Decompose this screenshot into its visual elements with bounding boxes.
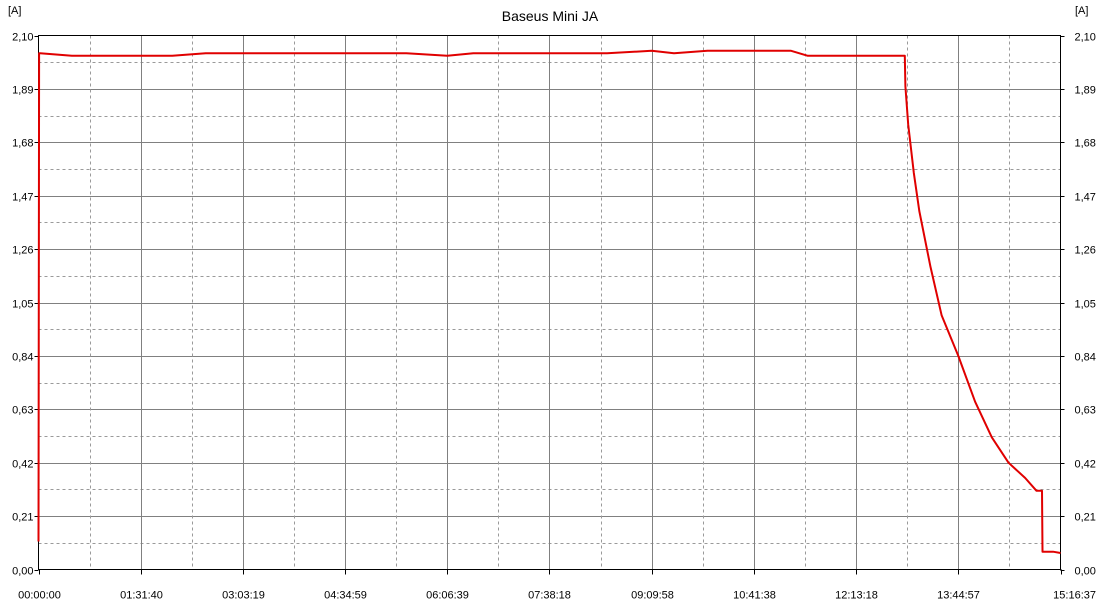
y-tick-label-left: 1,26 (12, 245, 33, 257)
y-tick-label-right: 1,26 (1075, 245, 1096, 257)
y-tick-label-right: 1,05 (1075, 299, 1096, 311)
y-tick-label-right: 0,42 (1075, 459, 1096, 471)
y-tick-label-right: 1,47 (1075, 192, 1096, 204)
y-tick-label-right: 1,68 (1075, 138, 1096, 150)
x-tick-label: 12:13:18 (835, 590, 878, 602)
y-tick-label-right: 0,00 (1075, 566, 1096, 578)
y-tick-label-left: 1,05 (12, 299, 33, 311)
x-tick-label: 03:03:19 (222, 590, 265, 602)
chart: Baseus Mini JA [A] [A] 0,000,210,420,630… (8, 5, 1096, 602)
y-tick-label-right: 0,84 (1075, 352, 1096, 364)
y-tick-label-left: 1,68 (12, 138, 33, 150)
y-tick-label-right: 1,89 (1075, 85, 1096, 97)
y-tick-label-left: 2,10 (12, 32, 33, 44)
y-tick-label-left: 0,00 (12, 566, 33, 578)
x-tick-label: 10:41:38 (733, 590, 776, 602)
x-tick-label: 07:38:18 (528, 590, 571, 602)
x-tick-label: 15:16:37 (1053, 590, 1096, 602)
x-tick-label: 13:44:57 (937, 590, 980, 602)
y-tick-label-left: 1,47 (12, 192, 33, 204)
chart-title: Baseus Mini JA (502, 8, 599, 24)
y-tick-label-left: 0,63 (12, 405, 33, 417)
y-axis-unit-right: [A] (1075, 5, 1088, 17)
x-tick-label: 00:00:00 (18, 590, 61, 602)
y-tick-label-left: 0,84 (12, 352, 33, 364)
x-tick-label: 04:34:59 (324, 590, 367, 602)
y-tick-label-left: 1,89 (12, 85, 33, 97)
y-tick-label-right: 2,10 (1075, 32, 1096, 44)
y-tick-label-right: 0,63 (1075, 405, 1096, 417)
y-axis-left: 0,00 0,21 0,42 0,63 0,84 1,05 1,26 1,47 1,68 1,89… (12, 32, 39, 578)
x-tick-label: 06:06:39 (426, 590, 469, 602)
y-tick-label-left: 0,21 (12, 512, 33, 524)
y-axis-right: 0,00 0,21 0,42 0,63 0,84 1,05 1,26 1,47 1,68 1,89… (1060, 32, 1096, 578)
x-axis: 00:00:00 01:31:40 03:03:19 04:34:59 06:06:39… (18, 569, 1096, 602)
y-tick-label-left: 0,42 (12, 459, 33, 471)
x-tick-label: 01:31:40 (120, 590, 163, 602)
y-tick-label-right: 0,21 (1075, 512, 1096, 524)
y-axis-unit-left: [A] (8, 5, 21, 17)
x-tick-label: 09:09:58 (631, 590, 674, 602)
